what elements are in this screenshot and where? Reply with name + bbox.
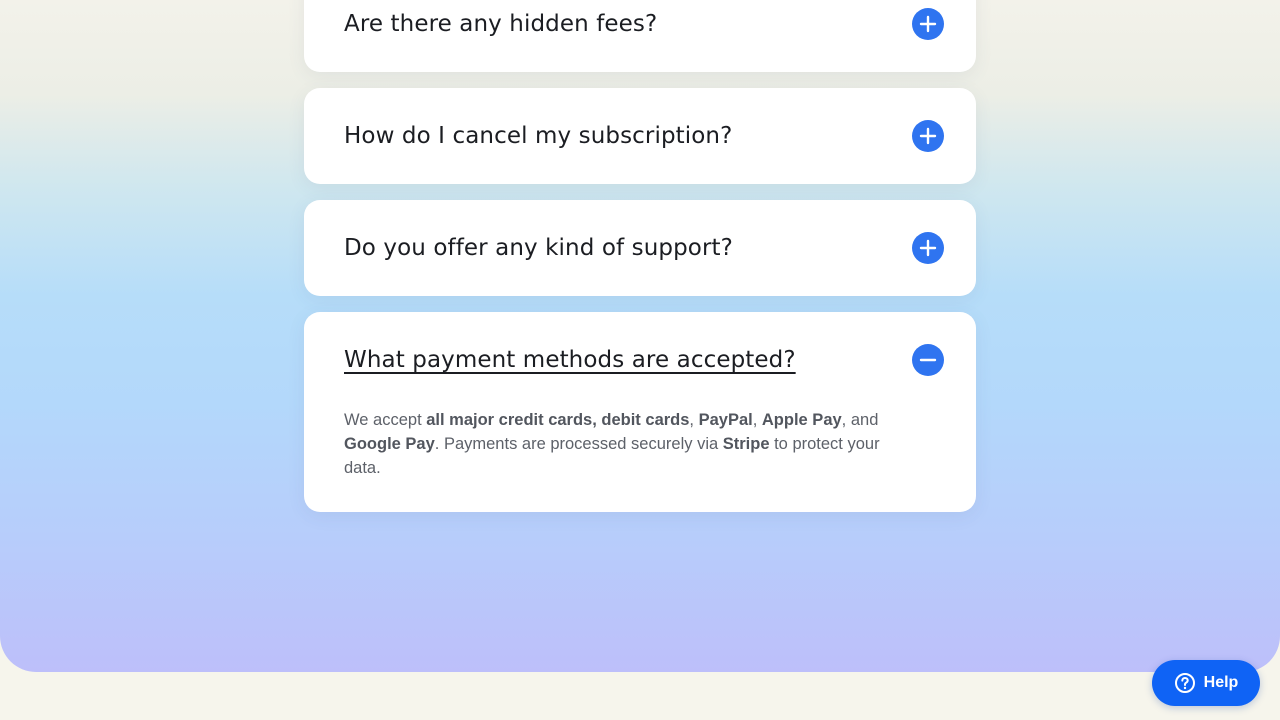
faq-answer: We accept all major credit cards, debit … [344, 411, 880, 477]
plus-icon [919, 239, 937, 257]
faq-item-payment-methods[interactable]: What payment methods are accepted? We ac… [304, 312, 976, 512]
faq-item-support[interactable]: Do you offer any kind of support? [304, 200, 976, 296]
minus-icon [919, 358, 937, 362]
help-label: Help [1203, 674, 1239, 691]
collapse-toggle-button[interactable] [912, 344, 944, 376]
faq-question[interactable]: Do you offer any kind of support? [344, 233, 896, 263]
faq-question[interactable]: Are there any hidden fees? [344, 9, 896, 39]
faq-item-cancel-subscription[interactable]: How do I cancel my subscription? [304, 88, 976, 184]
help-button[interactable]: Help [1152, 660, 1260, 706]
expand-toggle-button[interactable] [912, 120, 944, 152]
expand-toggle-button[interactable] [912, 8, 944, 40]
expand-toggle-button[interactable] [912, 232, 944, 264]
plus-icon [919, 127, 937, 145]
faq-item-hidden-fees[interactable]: Are there any hidden fees? [304, 0, 976, 72]
plus-icon [919, 15, 937, 33]
question-circle-icon [1174, 673, 1195, 693]
faq-question[interactable]: How do I cancel my subscription? [344, 121, 896, 151]
faq-question[interactable]: What payment methods are accepted? [344, 345, 896, 375]
